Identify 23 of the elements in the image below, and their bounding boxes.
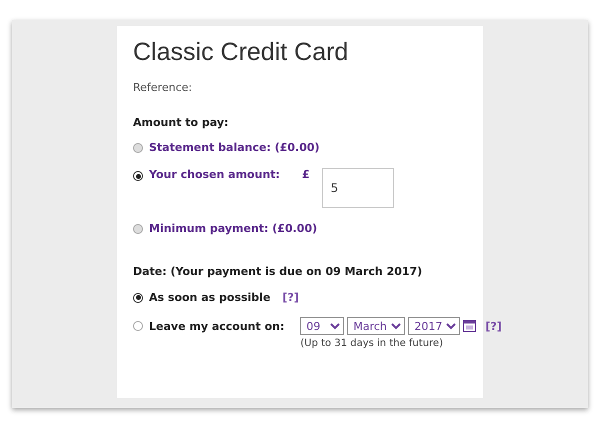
calendar-icon[interactable] [463,320,476,332]
radio-button[interactable] [133,321,143,331]
option-label: As soon as possible [149,291,270,304]
reference-label: Reference: [133,81,194,94]
page-title: Classic Credit Card [133,38,350,67]
option-label: Minimum payment: (£0.00) [149,222,318,235]
help-link[interactable]: [?] [282,291,299,304]
amount-field[interactable]: 5 [322,168,394,208]
day-select[interactable]: 09 [300,317,344,335]
date-heading: Date: (Your payment is due on 09 March 2017) [133,265,424,278]
radio-button[interactable] [133,142,143,152]
currency-symbol: £ [302,168,310,181]
radio-button[interactable] [133,292,143,302]
option-label: Statement balance: (£0.00) [149,141,320,154]
month-select[interactable]: March [347,317,406,335]
date-note: (Up to 31 days in the future) [300,338,444,349]
amount-heading: Amount to pay: [133,116,230,129]
year-select[interactable]: 2017 [408,317,460,335]
radio-button[interactable] [133,224,143,234]
option-label: Leave my account on: [149,320,284,333]
option-label: Your chosen amount: [149,168,280,181]
help-link[interactable]: [?] [485,320,502,332]
radio-button[interactable] [133,171,143,181]
